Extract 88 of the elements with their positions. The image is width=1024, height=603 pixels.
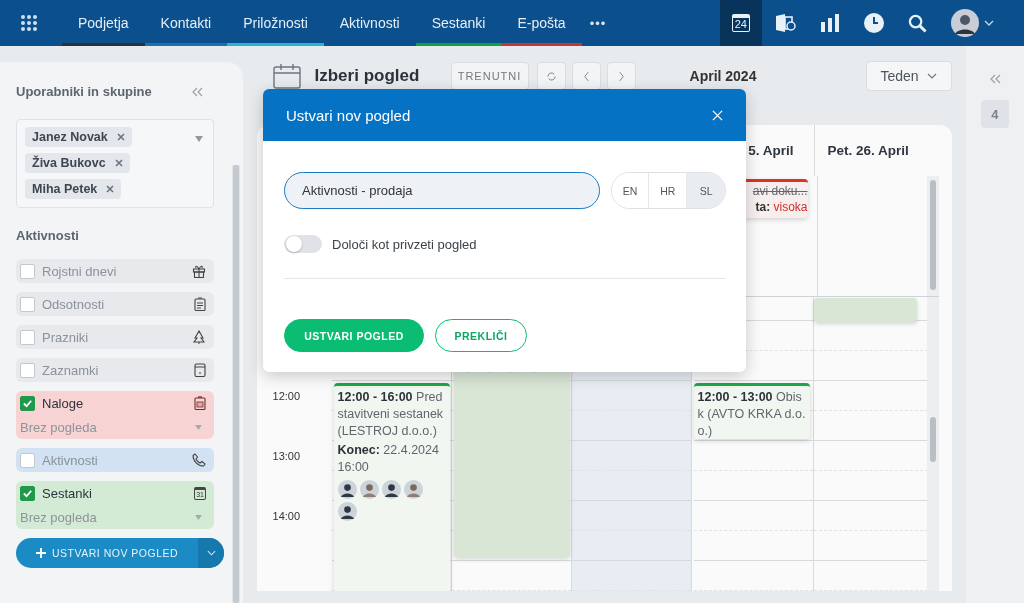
dialog-title: Ustvari nov pogled: [286, 106, 411, 124]
refresh-icon: [545, 70, 557, 82]
user-chip[interactable]: Miha Petek: [25, 179, 122, 199]
tree-icon: [192, 330, 206, 344]
calendar-event[interactable]: 12:00 - 16:00 Pred stavitveni sestanek (LESTROJ d.o.o.) Konec: 22.4.2024 16:00: [333, 383, 450, 591]
checkbox[interactable]: [20, 296, 35, 312]
clipboard-icon: [194, 396, 206, 410]
checkbox[interactable]: [20, 263, 35, 279]
day-header: Pet. 26. April: [827, 142, 909, 158]
attendee-avatar: [381, 480, 401, 499]
caret-icon: [195, 136, 203, 142]
caret-icon: [206, 550, 216, 556]
phone-icon: [192, 453, 206, 467]
checkmark-icon: [22, 487, 33, 499]
event-title: avi doku...: [752, 182, 808, 199]
nav-tab[interactable]: Podjetja: [62, 0, 145, 46]
nav-tab[interactable]: E-pošta: [501, 0, 582, 46]
users-select-field[interactable]: Janez Novak Živa Bukovc Miha Petek: [16, 119, 214, 208]
month-label: April 2024: [689, 68, 758, 84]
user-chip[interactable]: Janez Novak: [25, 127, 132, 147]
gift-icon: [192, 264, 206, 278]
exchange-icon: [774, 13, 796, 33]
filter-item[interactable]: Naloge Brez pogleda: [16, 391, 214, 439]
time-label: 13:00: [272, 450, 301, 462]
close-icon[interactable]: [712, 109, 723, 121]
view-selector[interactable]: Izberi pogled: [314, 66, 445, 86]
attendee-avatar: [403, 480, 423, 499]
caret-icon: [195, 424, 202, 430]
calendar-event[interactable]: 12:00 - 13:00 Obisk (AVTO KRKA d.o.o.): [693, 383, 810, 439]
calendar-button[interactable]: 24: [719, 0, 762, 46]
scrollbar-thumb[interactable]: [232, 165, 239, 603]
time-label: 12:00: [272, 390, 301, 402]
nav-tab[interactable]: Priložnosti: [227, 0, 324, 46]
panel-title: Uporabniki in skupine: [16, 84, 152, 99]
note-icon: [194, 363, 206, 377]
event-end-time: Konec: 22.4.2024 16:00: [337, 442, 440, 476]
previous-button[interactable]: [571, 62, 601, 90]
event-text: 12:00 - 13:00 Obisk (AVTO KRKA d.o.o.): [697, 389, 806, 440]
nav-tab[interactable]: Sestanki: [415, 0, 502, 46]
next-button[interactable]: [606, 62, 636, 90]
scrollbar-thumb[interactable]: [929, 417, 936, 462]
clipboard-icon: [194, 297, 206, 311]
day-header: 5. April: [748, 142, 794, 158]
collapse-icon[interactable]: [190, 86, 203, 97]
clock-icon: [864, 13, 884, 33]
language-tab[interactable]: SL: [687, 173, 725, 208]
time-label: 14:00: [272, 510, 301, 522]
expand-icon[interactable]: [988, 74, 1001, 84]
event-text: 12:00 - 16:00 Pred stavitveni sestanek (LESTROJ d.o.o.): [337, 389, 445, 440]
calendar-icon: [272, 63, 301, 89]
attendee-avatar: [337, 502, 357, 521]
toggle-label: Določi kot privzeti pogled: [332, 236, 477, 252]
checkbox[interactable]: [20, 485, 35, 501]
chevron-left-icon: [582, 70, 590, 82]
remove-icon[interactable]: [114, 159, 123, 167]
toggle-switch[interactable]: [284, 235, 322, 253]
language-tab[interactable]: EN: [611, 173, 650, 208]
scrollbar-thumb[interactable]: [929, 179, 936, 290]
range-dropdown[interactable]: Teden: [865, 61, 952, 91]
checkbox[interactable]: [20, 329, 35, 345]
remove-icon[interactable]: [116, 133, 125, 141]
view-name-field[interactable]: Aktivnosti - prodaja: [284, 172, 600, 209]
more-menu[interactable]: •••: [581, 0, 615, 46]
checkbox[interactable]: [20, 452, 35, 468]
priority-label: ta:: [755, 199, 771, 214]
section-heading: Aktivnosti: [16, 228, 80, 243]
checkmark-icon: [22, 397, 33, 409]
checkbox[interactable]: [20, 395, 35, 411]
nav-tab[interactable]: Kontakti: [144, 0, 228, 46]
attendee-avatar: [337, 480, 357, 499]
search-icon: [908, 13, 927, 33]
create-view-button[interactable]: USTVARI NOV POGLED: [16, 538, 224, 568]
remove-icon[interactable]: [106, 185, 115, 193]
avatar-icon: [951, 9, 979, 37]
checkbox[interactable]: [20, 362, 35, 378]
refresh-button[interactable]: [536, 62, 566, 90]
bar-chart-icon: [820, 14, 840, 32]
plus-icon: [36, 548, 46, 558]
caret-icon: [926, 73, 937, 79]
attendee-avatar: [359, 480, 379, 499]
caret-icon: [984, 20, 994, 26]
user-chip[interactable]: Živa Bukovc: [25, 153, 130, 173]
today-button[interactable]: TRENUTNI: [450, 62, 529, 90]
apps-grid-icon[interactable]: [20, 14, 38, 32]
caret-icon: [195, 514, 202, 520]
priority-value: visoka: [773, 199, 808, 214]
chevron-right-icon: [617, 70, 625, 82]
nav-tab[interactable]: Aktivnosti: [323, 0, 416, 46]
